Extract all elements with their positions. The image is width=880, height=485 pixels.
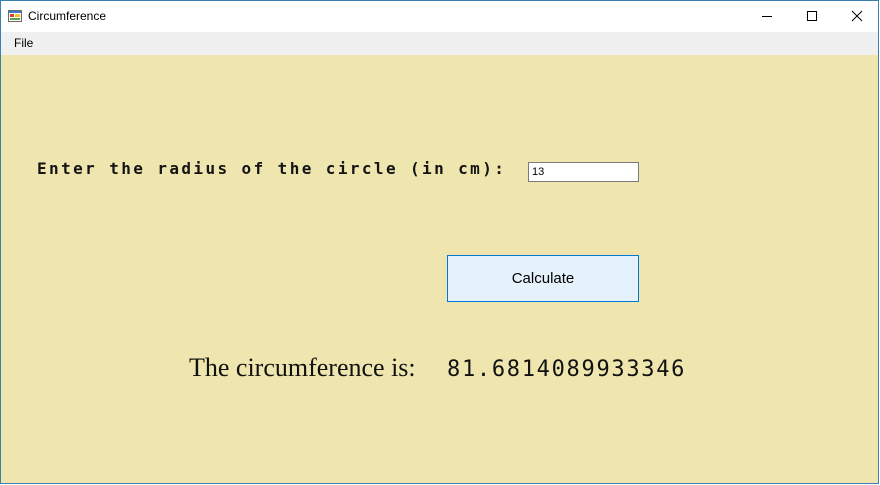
maximize-icon (806, 11, 817, 21)
menu-file[interactable]: File (8, 36, 39, 50)
close-button[interactable] (834, 1, 878, 31)
radius-input[interactable] (528, 162, 639, 182)
result-value: 81.6814089933346 (447, 357, 687, 382)
result-label: The circumference is: (189, 353, 416, 382)
title-bar[interactable]: Circumference (1, 1, 878, 32)
maximize-button[interactable] (789, 1, 834, 31)
minimize-icon (761, 16, 772, 17)
calculate-button[interactable]: Calculate (447, 255, 639, 302)
app-form-icon[interactable] (8, 9, 22, 23)
menu-bar: File (1, 32, 878, 55)
radius-prompt-label: Enter the radius of the circle (in cm): (37, 159, 507, 178)
form-client-area: Enter the radius of the circle (in cm): … (1, 55, 878, 483)
application-window: Circumference File Enter the radius of t… (0, 0, 879, 484)
window-title: Circumference (28, 9, 107, 23)
minimize-button[interactable] (744, 1, 789, 31)
close-icon (851, 10, 862, 22)
